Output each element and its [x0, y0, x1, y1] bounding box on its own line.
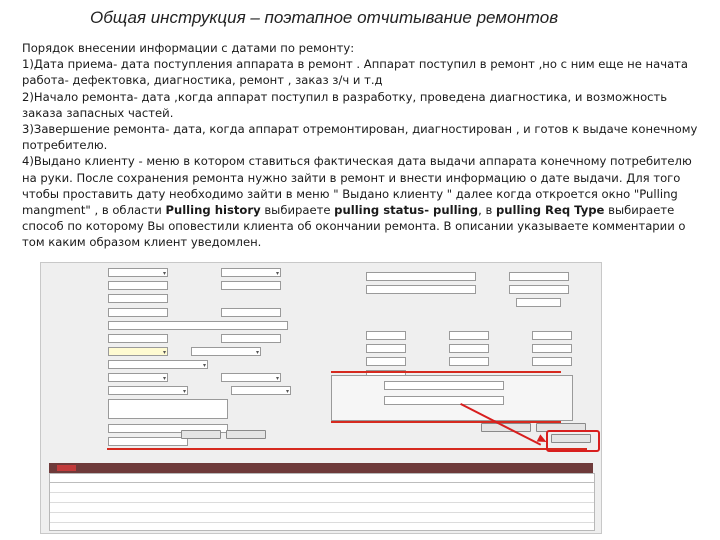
- tab[interactable]: [146, 465, 158, 471]
- form-action-button[interactable]: [181, 430, 221, 439]
- pulling-info-field[interactable]: [384, 381, 504, 390]
- tab[interactable]: [128, 465, 139, 471]
- repair-parts-table: [49, 473, 595, 531]
- step-4-text-d: , в: [478, 203, 496, 218]
- pulling-status-term: pulling status- pulling: [334, 203, 479, 218]
- issued-to-client-highlight: [546, 430, 600, 452]
- section-divider: [107, 448, 587, 450]
- pulling-history-term: Pulling history: [165, 203, 261, 218]
- tab-active[interactable]: [57, 465, 76, 471]
- pulling-info-field[interactable]: [384, 396, 504, 405]
- instruction-text: Порядок внесении информации с датами по …: [22, 40, 702, 251]
- repair-form-screenshot: [40, 262, 602, 534]
- step-2-paragraph: 2)Начало ремонта- дата ,когда аппарат по…: [22, 89, 668, 120]
- step-4-paragraph: 4)Выдано клиенту - меню в котором ставит…: [22, 153, 702, 250]
- section-divider: [331, 371, 561, 373]
- tab[interactable]: [84, 465, 98, 471]
- form-action-button[interactable]: [226, 430, 266, 439]
- step-4-text-c: выбираете: [260, 203, 335, 218]
- repair-tabs-bar: [49, 463, 593, 473]
- page-title: Общая инструкция – поэтапное отчитывание…: [90, 8, 559, 27]
- pulling-req-type-term: pulling Req Type: [495, 203, 605, 218]
- step-3-paragraph: 3)Завершение ремонта- дата, когда аппара…: [22, 122, 698, 153]
- tab[interactable]: [106, 465, 120, 471]
- step-1-paragraph: 1)Дата приема- дата поступления аппарата…: [22, 57, 689, 88]
- intro-paragraph: Порядок внесении информации с датами по …: [22, 41, 355, 55]
